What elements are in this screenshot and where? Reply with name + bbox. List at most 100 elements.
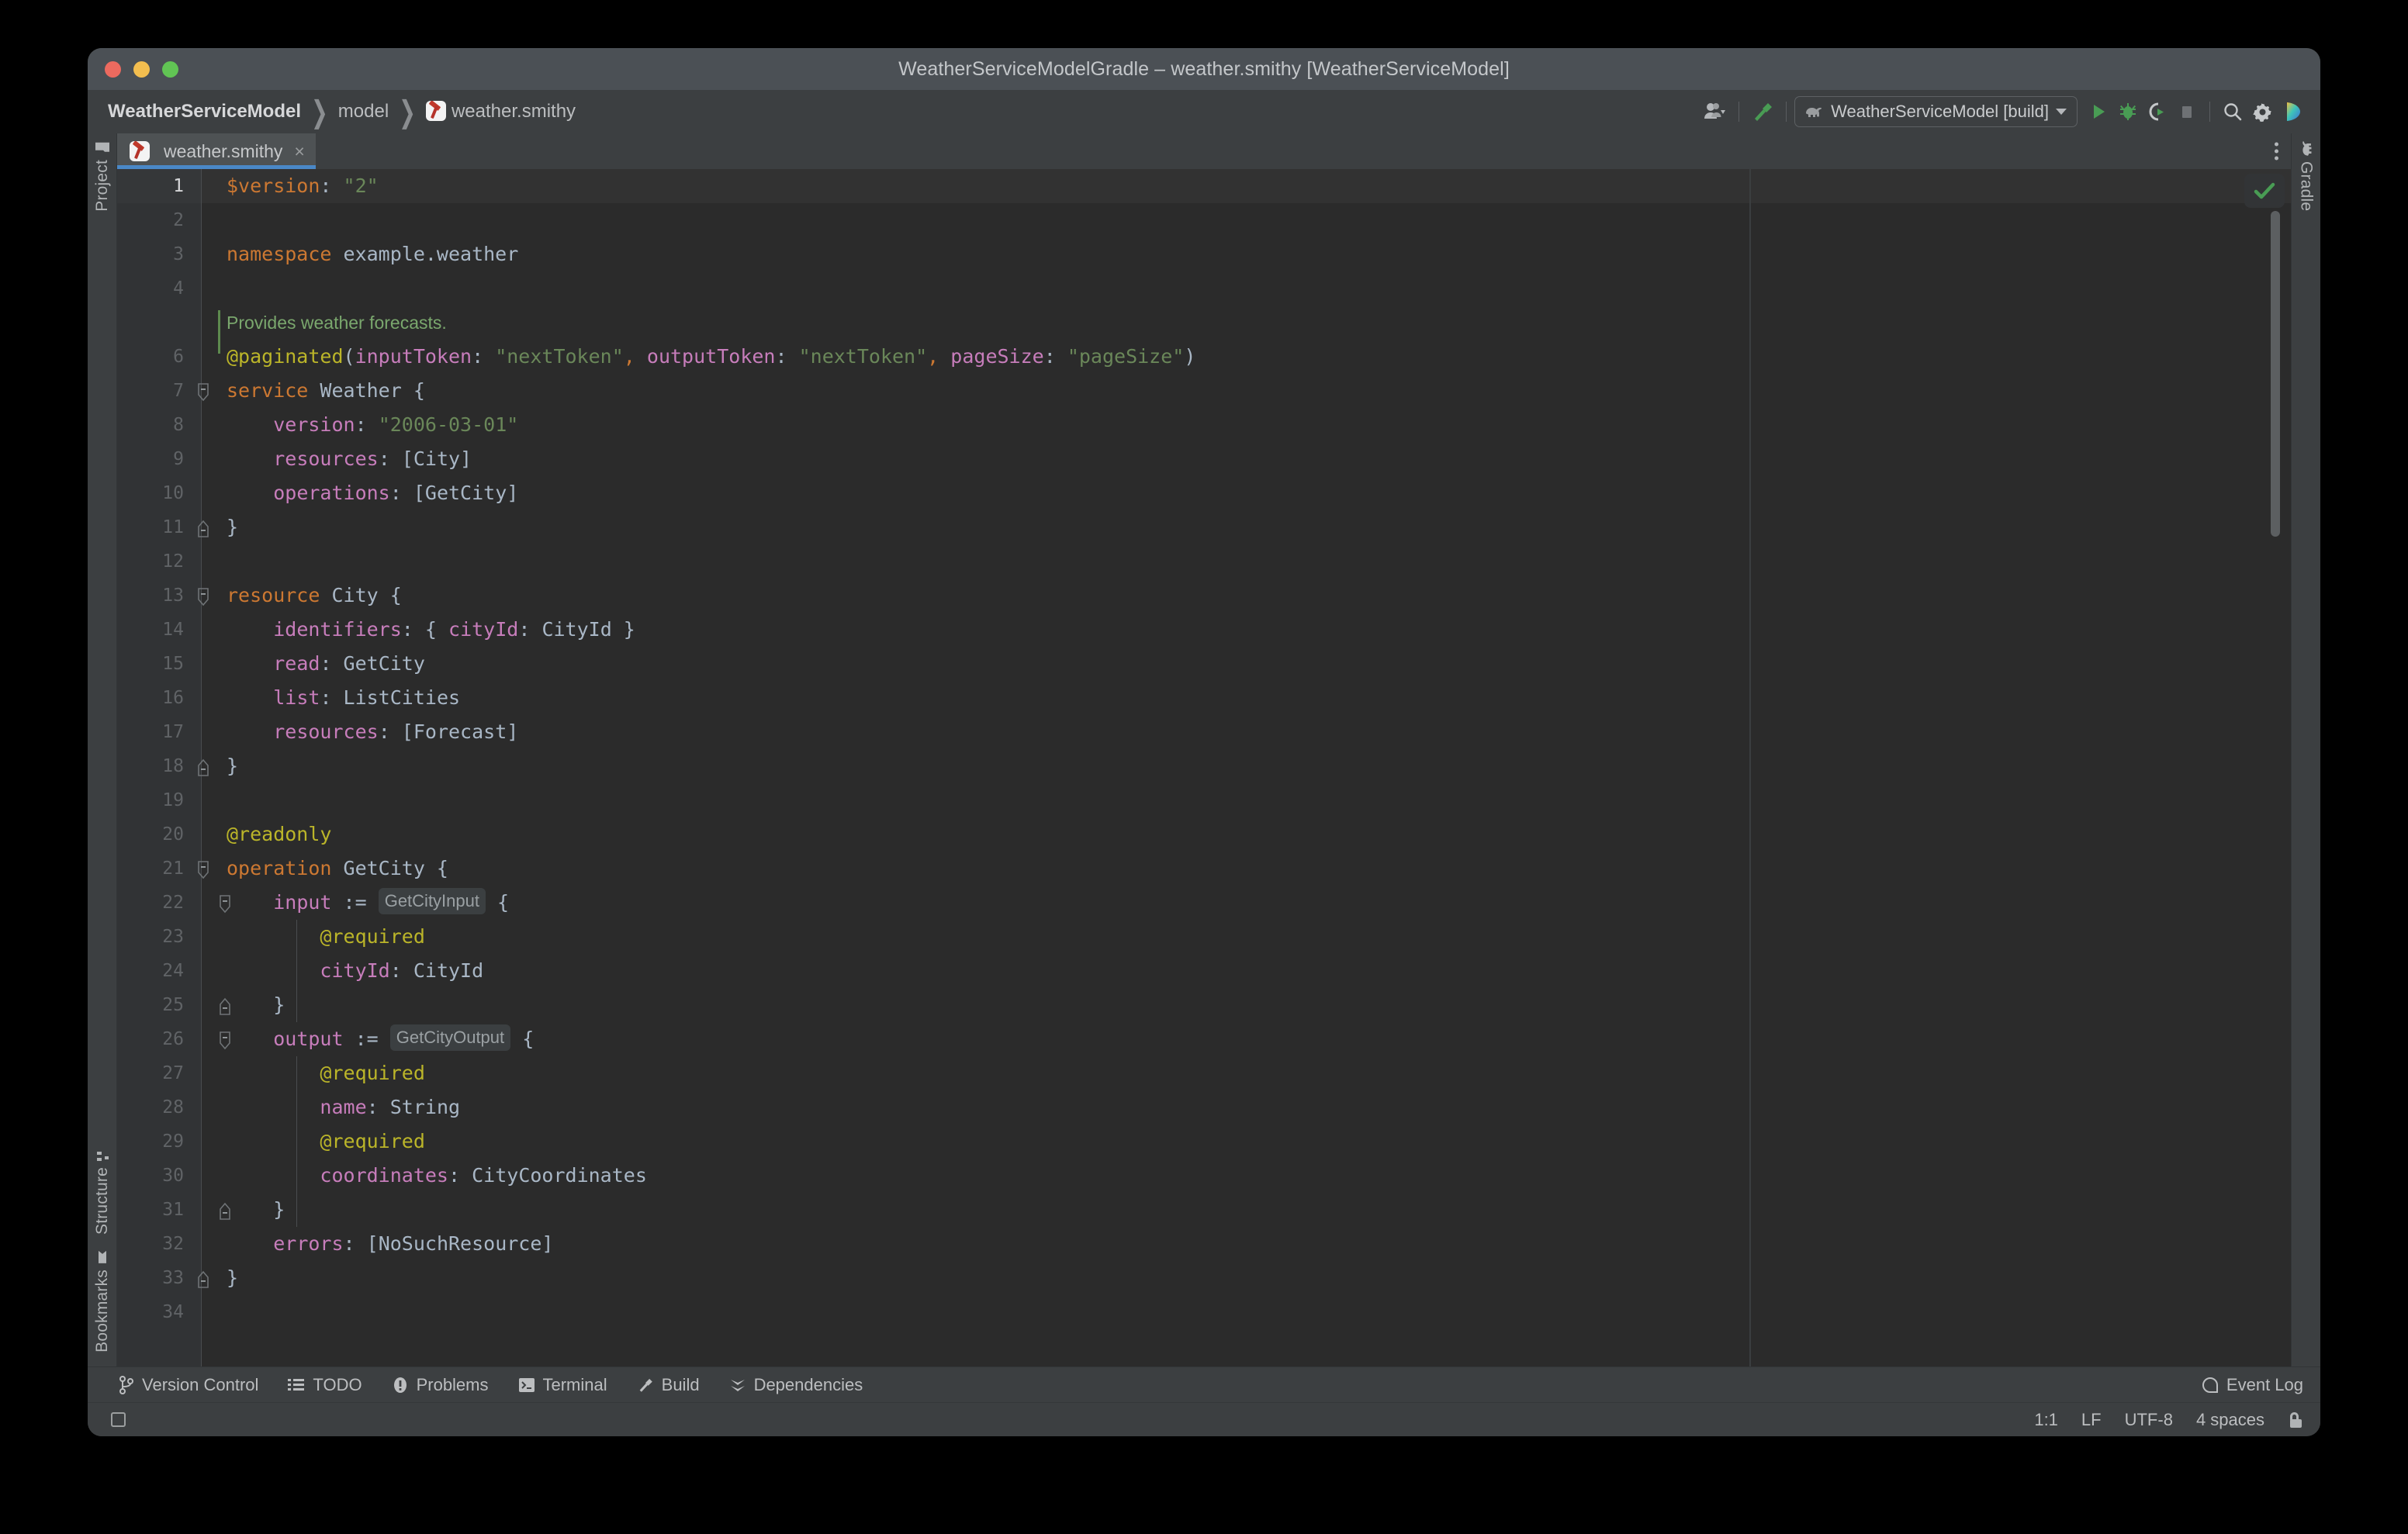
code-line[interactable]: 15 read: GetCity [117, 647, 2291, 681]
debug-icon[interactable] [2113, 96, 2143, 127]
code-line[interactable]: 33} [117, 1261, 2291, 1295]
code-line[interactable]: 27 @required [117, 1056, 2291, 1090]
account-icon[interactable] [1700, 96, 1731, 127]
code-line[interactable]: 11} [117, 510, 2291, 544]
sidebar-item-project[interactable]: Project [93, 133, 112, 219]
run-configuration-selector[interactable]: WeatherServiceModel [build] [1794, 96, 2078, 127]
code-text: @required [227, 1125, 424, 1159]
bottom-tool-version-control[interactable]: Version Control [119, 1375, 258, 1395]
breadcrumb-project[interactable]: WeatherServiceModel [108, 101, 301, 123]
code-line[interactable]: 21 operation GetCity { [117, 852, 2291, 886]
minimize-window-button[interactable] [133, 60, 150, 78]
code-line[interactable]: 16 list: ListCities [117, 681, 2291, 715]
inspection-status-badge[interactable] [2244, 174, 2285, 208]
code-line[interactable]: 19 [117, 783, 2291, 817]
code-token: , [623, 345, 635, 368]
chevron-down-icon [2056, 109, 2067, 115]
fold-collapse-icon[interactable] [196, 587, 209, 606]
bottom-tool-dependencies[interactable]: Dependencies [729, 1375, 863, 1395]
code-line[interactable]: 29 @required [117, 1125, 2291, 1159]
gradle-elephant-icon [2302, 141, 2311, 156]
close-window-button[interactable] [105, 60, 121, 78]
code-line[interactable]: 30 coordinates: CityCoordinates [117, 1159, 2291, 1193]
code-line[interactable]: 4 [117, 271, 2291, 306]
code-token: service [227, 379, 309, 402]
main-toolbar: WeatherServiceModel ❯ model ❯ weather.sm… [88, 90, 2320, 133]
code-line[interactable]: 24 cityId: CityId [117, 954, 2291, 988]
caret-position[interactable]: 1:1 [2034, 1410, 2058, 1430]
code-line[interactable]: 12 [117, 544, 2291, 579]
run-icon[interactable] [2084, 96, 2113, 127]
code-token: [NoSuchResource] [366, 1232, 554, 1255]
code-line[interactable]: 17 resources: [Forecast] [117, 715, 2291, 749]
indent-setting[interactable]: 4 spaces [2196, 1410, 2264, 1430]
code-lines[interactable]: 1 $version: "2" 2 3 namespace example.weathe… [117, 169, 2291, 1329]
line-number: 21 [162, 859, 184, 879]
code-line[interactable]: 18} [117, 749, 2291, 783]
code-token: := [331, 891, 379, 914]
unlocked-icon[interactable] [2288, 1411, 2302, 1428]
code-text: input := GetCityInput { [227, 886, 509, 920]
fold-expand-icon[interactable] [196, 519, 209, 537]
sidebar-item-bookmarks[interactable]: Bookmarks [93, 1242, 112, 1360]
sidebar-item-gradle[interactable]: Gradle [2297, 133, 2316, 219]
code-line[interactable]: 22 input := GetCityInput { [117, 886, 2291, 920]
close-icon[interactable]: × [294, 141, 304, 162]
tab-weather-smithy[interactable]: weather.smithy × [117, 133, 316, 169]
search-icon[interactable] [2218, 96, 2247, 127]
bottom-tool-todo[interactable]: TODO [288, 1375, 362, 1395]
code-line[interactable]: 25 } [117, 988, 2291, 1022]
code-line[interactable]: 20 @readonly [117, 817, 2291, 852]
fold-expand-icon[interactable] [196, 758, 209, 776]
code-line[interactable]: 1 $version: "2" [117, 169, 2291, 203]
code-editor[interactable]: 1 $version: "2" 2 3 namespace example.weathe… [117, 169, 2291, 1366]
bottom-tool-problems[interactable]: Problems [392, 1375, 489, 1395]
editor-options-icon[interactable] [2275, 142, 2278, 161]
code-token: "pageSize" [1067, 345, 1185, 368]
stop-icon[interactable] [2172, 96, 2202, 127]
code-line[interactable]: 3 namespace example.weather [117, 237, 2291, 271]
code-line[interactable]: 26 output := GetCityOutput { [117, 1022, 2291, 1056]
code-line[interactable]: 14 identifiers: { cityId: CityId } [117, 613, 2291, 647]
fold-collapse-icon[interactable] [196, 860, 209, 879]
bottom-tool-build[interactable]: Build [637, 1375, 700, 1395]
code-line[interactable]: 8 version: "2006-03-01" [117, 408, 2291, 442]
code-line[interactable]: 34 [117, 1295, 2291, 1329]
code-line[interactable]: 10 operations: [GetCity] [117, 476, 2291, 510]
code-line[interactable]: Provides weather forecasts. [117, 306, 2291, 354]
code-line[interactable]: 2 [117, 203, 2291, 237]
code-token: := [343, 1028, 390, 1050]
bottom-tool-terminal[interactable]: Terminal [518, 1375, 607, 1395]
inlay-hint[interactable]: GetCityInput [378, 888, 486, 914]
code-token: example.weather [331, 243, 519, 265]
code-text: resource City { [227, 579, 402, 613]
settings-icon[interactable] [2247, 96, 2277, 127]
code-line[interactable]: 28 name: String [117, 1090, 2291, 1125]
fold-collapse-icon[interactable] [196, 382, 209, 402]
file-encoding[interactable]: UTF-8 [2125, 1410, 2173, 1430]
code-line[interactable]: 13 resource City { [117, 579, 2291, 613]
build-hammer-icon[interactable] [1747, 96, 1778, 127]
layout-toggle-icon[interactable] [111, 1412, 126, 1427]
run-with-coverage-icon[interactable] [2143, 96, 2172, 127]
code-token: version [273, 413, 355, 436]
sidebar-item-structure[interactable]: Structure [93, 1142, 112, 1242]
editor-scrollbar[interactable] [2271, 211, 2280, 537]
breadcrumb-folder[interactable]: model [338, 101, 389, 123]
fold-expand-icon[interactable] [196, 1270, 209, 1288]
code-line[interactable]: 31 } [117, 1193, 2291, 1227]
line-separator[interactable]: LF [2081, 1410, 2102, 1430]
zoom-window-button[interactable] [162, 60, 178, 78]
code-line[interactable]: 7 service Weather { [117, 374, 2291, 408]
inlay-hint[interactable]: GetCityOutput [389, 1024, 511, 1051]
code-line[interactable]: 6 @paginated(inputToken: "nextToken", out… [117, 340, 2291, 374]
code-line[interactable]: 23 @required [117, 920, 2291, 954]
ide-body: Project Structure Bookmarks weather.smit… [88, 133, 2320, 1366]
code-line[interactable]: 32 errors: [NoSuchResource] [117, 1227, 2291, 1261]
code-line[interactable]: 9 resources: [City] [117, 442, 2291, 476]
ai-assistant-icon[interactable] [2277, 96, 2306, 127]
code-token: list [273, 686, 320, 709]
event-log-button[interactable]: Event Log [2202, 1375, 2303, 1395]
breadcrumb-file-wrapper[interactable]: weather.smithy [425, 101, 576, 123]
